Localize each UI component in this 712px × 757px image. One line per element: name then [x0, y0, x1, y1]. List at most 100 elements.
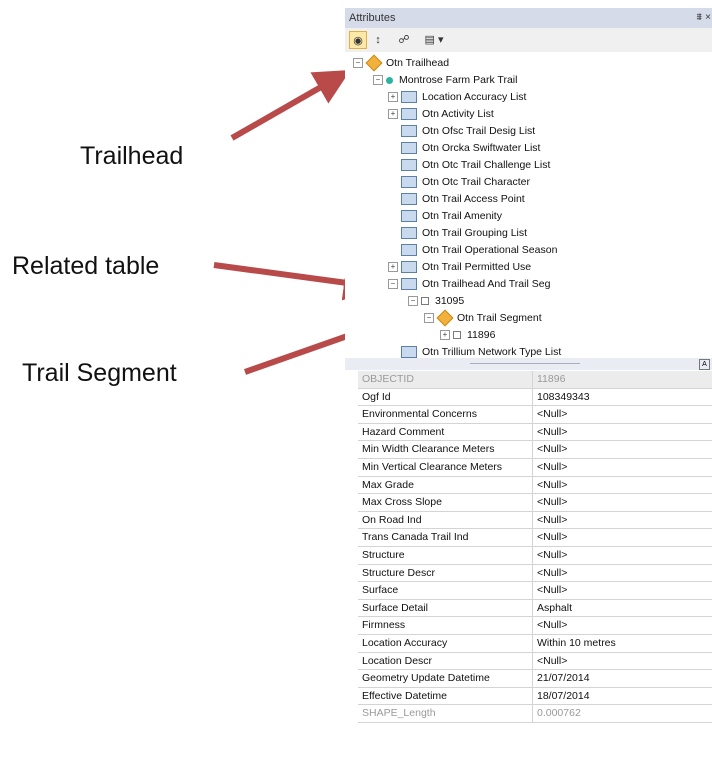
tree-node-segment-record[interactable]: +11896 — [440, 327, 495, 344]
tree-node-trail[interactable]: − Montrose Farm Park Trail — [373, 72, 517, 89]
field-name: Ogf Id — [358, 388, 533, 406]
grid-row[interactable]: Surface Detail Asphalt — [358, 599, 712, 618]
grid-row[interactable]: On Road Ind <Null> — [358, 511, 712, 530]
record-icon — [453, 331, 461, 340]
tree-node-table[interactable]: + Otn Trail Permitted Use — [388, 259, 531, 276]
field-name: Surface — [358, 582, 533, 599]
grid-row[interactable]: Geometry Update Datetime 21/07/2014 — [358, 670, 712, 688]
grid-row[interactable]: Min Vertical Clearance Meters <Null> — [358, 459, 712, 477]
grid-row[interactable]: Max Grade <Null> — [358, 476, 712, 495]
field-value[interactable]: <Null> — [533, 617, 712, 634]
close-icon[interactable]: × — [705, 8, 711, 28]
grid-row[interactable]: Firmness <Null> — [358, 617, 712, 635]
table-icon — [401, 261, 417, 274]
sort-icon[interactable]: ↕ — [370, 31, 386, 49]
collapse-icon[interactable]: − — [388, 279, 398, 290]
grid-row[interactable]: Location Accuracy Within 10 metres — [358, 635, 712, 653]
grid-row[interactable]: Hazard Comment <Null> — [358, 423, 712, 442]
field-value[interactable]: <Null> — [533, 529, 712, 546]
tree-node-related-table[interactable]: − Otn Trailhead And Trail Seg — [388, 276, 550, 293]
options-icon[interactable]: ▤ ▾ — [420, 31, 448, 49]
grid-row[interactable]: Surface <Null> — [358, 582, 712, 600]
grid-row[interactable]: Min Width Clearance Meters <Null> — [358, 441, 712, 459]
grid-row[interactable]: Structure Descr <Null> — [358, 564, 712, 583]
expand-icon[interactable]: + — [388, 109, 398, 120]
tree-node-trailhead[interactable]: − Otn Trailhead — [353, 54, 449, 72]
field-name: Structure — [358, 547, 533, 564]
pin-icon[interactable]: ⩩ — [697, 8, 702, 28]
expand-icon[interactable]: + — [388, 92, 398, 103]
field-name: Min Width Clearance Meters — [358, 441, 533, 458]
field-value[interactable]: 21/07/2014 — [533, 670, 712, 687]
field-name: Min Vertical Clearance Meters — [358, 459, 533, 476]
tree-node-record[interactable]: −31095 — [408, 293, 464, 310]
panel-splitter[interactable]: A — [345, 358, 712, 370]
sort-az-icon[interactable]: A — [699, 359, 710, 370]
tree-node-table[interactable]: Otn Trail Grouping List — [401, 225, 527, 242]
grid-row[interactable]: SHAPE_Length 0.000762 — [358, 705, 712, 723]
tree-node-table[interactable]: Otn Otc Trail Challenge List — [401, 157, 550, 174]
field-value[interactable]: <Null> — [533, 406, 712, 423]
table-icon — [401, 210, 417, 223]
tree-node-table[interactable]: Otn Orcka Swiftwater List — [401, 140, 540, 157]
identify-icon[interactable]: ☍ — [396, 31, 412, 49]
field-value[interactable]: 108349343 — [533, 389, 712, 406]
field-name: OBJECTID — [358, 371, 533, 388]
show-features-icon[interactable]: ◉ — [349, 31, 367, 49]
panel-toolbar: ◉ ↕ ☍ ▤ ▾ — [345, 28, 712, 52]
collapse-icon[interactable]: − — [424, 313, 434, 324]
table-icon — [401, 108, 417, 121]
arrow-related-table — [213, 262, 380, 301]
record-icon — [421, 297, 429, 306]
tree-node-table[interactable]: Otn Trail Amenity — [401, 208, 502, 225]
field-name: Max Grade — [358, 476, 533, 494]
table-icon — [401, 91, 417, 104]
field-value[interactable]: <Null> — [533, 653, 712, 670]
table-icon — [401, 193, 417, 206]
expand-icon[interactable]: + — [440, 330, 450, 341]
field-value[interactable]: <Null> — [533, 494, 712, 511]
field-value[interactable]: <Null> — [533, 441, 712, 458]
field-name: SHAPE_Length — [358, 705, 533, 722]
grid-row[interactable]: Environmental Concerns <Null> — [358, 406, 712, 424]
field-name: Surface Detail — [358, 599, 533, 617]
field-name: Effective Datetime — [358, 687, 533, 705]
feature-layer-icon — [436, 309, 454, 327]
splitter-grip[interactable] — [470, 363, 580, 364]
grid-row[interactable]: Ogf Id 108349343 — [358, 388, 712, 407]
tree-node-table[interactable]: Otn Trail Access Point — [401, 191, 525, 208]
field-value[interactable]: <Null> — [533, 459, 712, 476]
field-name: Max Cross Slope — [358, 494, 533, 511]
panel-header: Attributes ⩩ × — [345, 8, 712, 28]
tree-node-table[interactable]: Otn Otc Trail Character — [401, 174, 530, 191]
field-value[interactable]: 0.000762 — [533, 705, 712, 722]
grid-row[interactable]: Trans Canada Trail Ind <Null> — [358, 529, 712, 547]
tree-node-table[interactable]: Otn Trail Operational Season — [401, 242, 557, 259]
feature-layer-icon — [365, 54, 383, 72]
field-value[interactable]: <Null> — [533, 582, 712, 599]
field-name: Firmness — [358, 617, 533, 634]
grid-row[interactable]: Location Descr <Null> — [358, 652, 712, 671]
grid-row[interactable]: Structure <Null> — [358, 547, 712, 565]
field-value[interactable]: Asphalt — [533, 600, 712, 617]
collapse-icon[interactable]: − — [373, 75, 383, 86]
tree-node-table[interactable]: + Location Accuracy List — [388, 89, 526, 106]
grid-row[interactable]: Effective Datetime 18/07/2014 — [358, 687, 712, 706]
field-value[interactable]: <Null> — [533, 565, 712, 582]
grid-row[interactable]: OBJECTID 11896 — [358, 371, 712, 389]
field-value[interactable]: 18/07/2014 — [533, 688, 712, 705]
expand-icon[interactable]: + — [388, 262, 398, 273]
collapse-icon[interactable]: − — [353, 58, 363, 69]
field-name: Location Descr — [358, 652, 533, 670]
tree-node-trail-segment[interactable]: − Otn Trail Segment — [424, 309, 542, 327]
collapse-icon[interactable]: − — [408, 296, 418, 307]
field-value[interactable]: <Null> — [533, 512, 712, 529]
field-value[interactable]: Within 10 metres — [533, 635, 712, 652]
field-value[interactable]: <Null> — [533, 547, 712, 564]
field-value[interactable]: <Null> — [533, 424, 712, 441]
tree-node-table[interactable]: + Otn Activity List — [388, 106, 494, 123]
field-value[interactable]: 11896 — [533, 371, 712, 388]
tree-node-table[interactable]: Otn Ofsc Trail Desig List — [401, 123, 535, 140]
field-value[interactable]: <Null> — [533, 477, 712, 494]
grid-row[interactable]: Max Cross Slope <Null> — [358, 494, 712, 512]
